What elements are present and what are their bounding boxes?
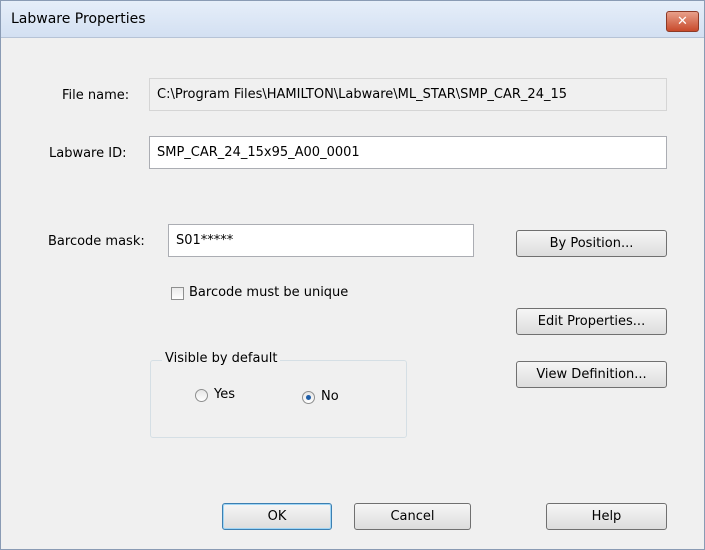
title-bar[interactable]: Labware Properties ✕ <box>1 1 704 38</box>
radio-selected-dot <box>306 395 311 400</box>
view-definition-button[interactable]: View Definition... <box>516 361 667 388</box>
visible-yes-radio[interactable] <box>195 389 208 402</box>
edit-properties-button[interactable]: Edit Properties... <box>516 308 667 335</box>
ok-button[interactable]: OK <box>222 503 332 530</box>
barcode-mask-label: Barcode mask: <box>48 234 145 249</box>
dialog-title: Labware Properties <box>11 11 146 27</box>
barcode-unique-checkbox[interactable] <box>171 287 184 300</box>
labware-id-label: Labware ID: <box>49 146 127 161</box>
visible-by-default-group <box>150 360 407 438</box>
by-position-button[interactable]: By Position... <box>516 230 667 257</box>
file-name-label: File name: <box>62 88 130 103</box>
cancel-button[interactable]: Cancel <box>354 503 471 530</box>
visible-yes-label: Yes <box>214 387 235 402</box>
close-button[interactable]: ✕ <box>666 11 699 32</box>
barcode-unique-label: Barcode must be unique <box>189 285 349 300</box>
barcode-mask-field[interactable]: S01***** <box>168 224 474 257</box>
labware-properties-dialog: Labware Properties ✕ File name: C:\Progr… <box>0 0 705 550</box>
file-name-field[interactable]: C:\Program Files\HAMILTON\Labware\ML_STA… <box>149 78 667 111</box>
close-icon: ✕ <box>677 14 688 29</box>
visible-no-radio[interactable] <box>302 391 315 404</box>
help-button[interactable]: Help <box>546 503 667 530</box>
labware-id-field[interactable]: SMP_CAR_24_15x95_A00_0001 <box>149 136 667 169</box>
visible-no-label: No <box>321 389 339 404</box>
visible-by-default-legend: Visible by default <box>162 351 281 366</box>
